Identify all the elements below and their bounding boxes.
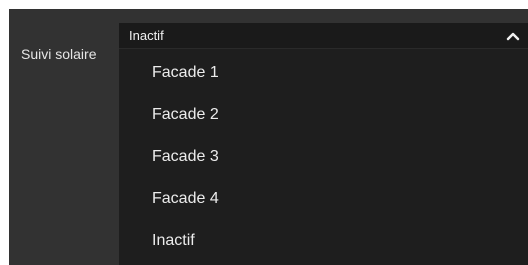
- option-facade-4[interactable]: Facade 4: [152, 190, 219, 208]
- field-label: Suivi solaire: [21, 46, 97, 62]
- chevron-up-icon[interactable]: [506, 30, 520, 42]
- option-facade-2[interactable]: Facade 2: [152, 106, 219, 124]
- option-facade-3[interactable]: Facade 3: [152, 148, 219, 166]
- option-inactif[interactable]: Inactif: [152, 232, 195, 250]
- solar-tracking-select[interactable]: Inactif: [119, 23, 528, 49]
- dropdown-list: Facade 1 Facade 2 Facade 3 Facade 4 Inac…: [119, 49, 528, 265]
- option-facade-1[interactable]: Facade 1: [152, 64, 219, 82]
- selected-value: Inactif: [129, 28, 164, 43]
- settings-panel: Suivi solaire Inactif Facade 1 Facade 2 …: [9, 9, 528, 265]
